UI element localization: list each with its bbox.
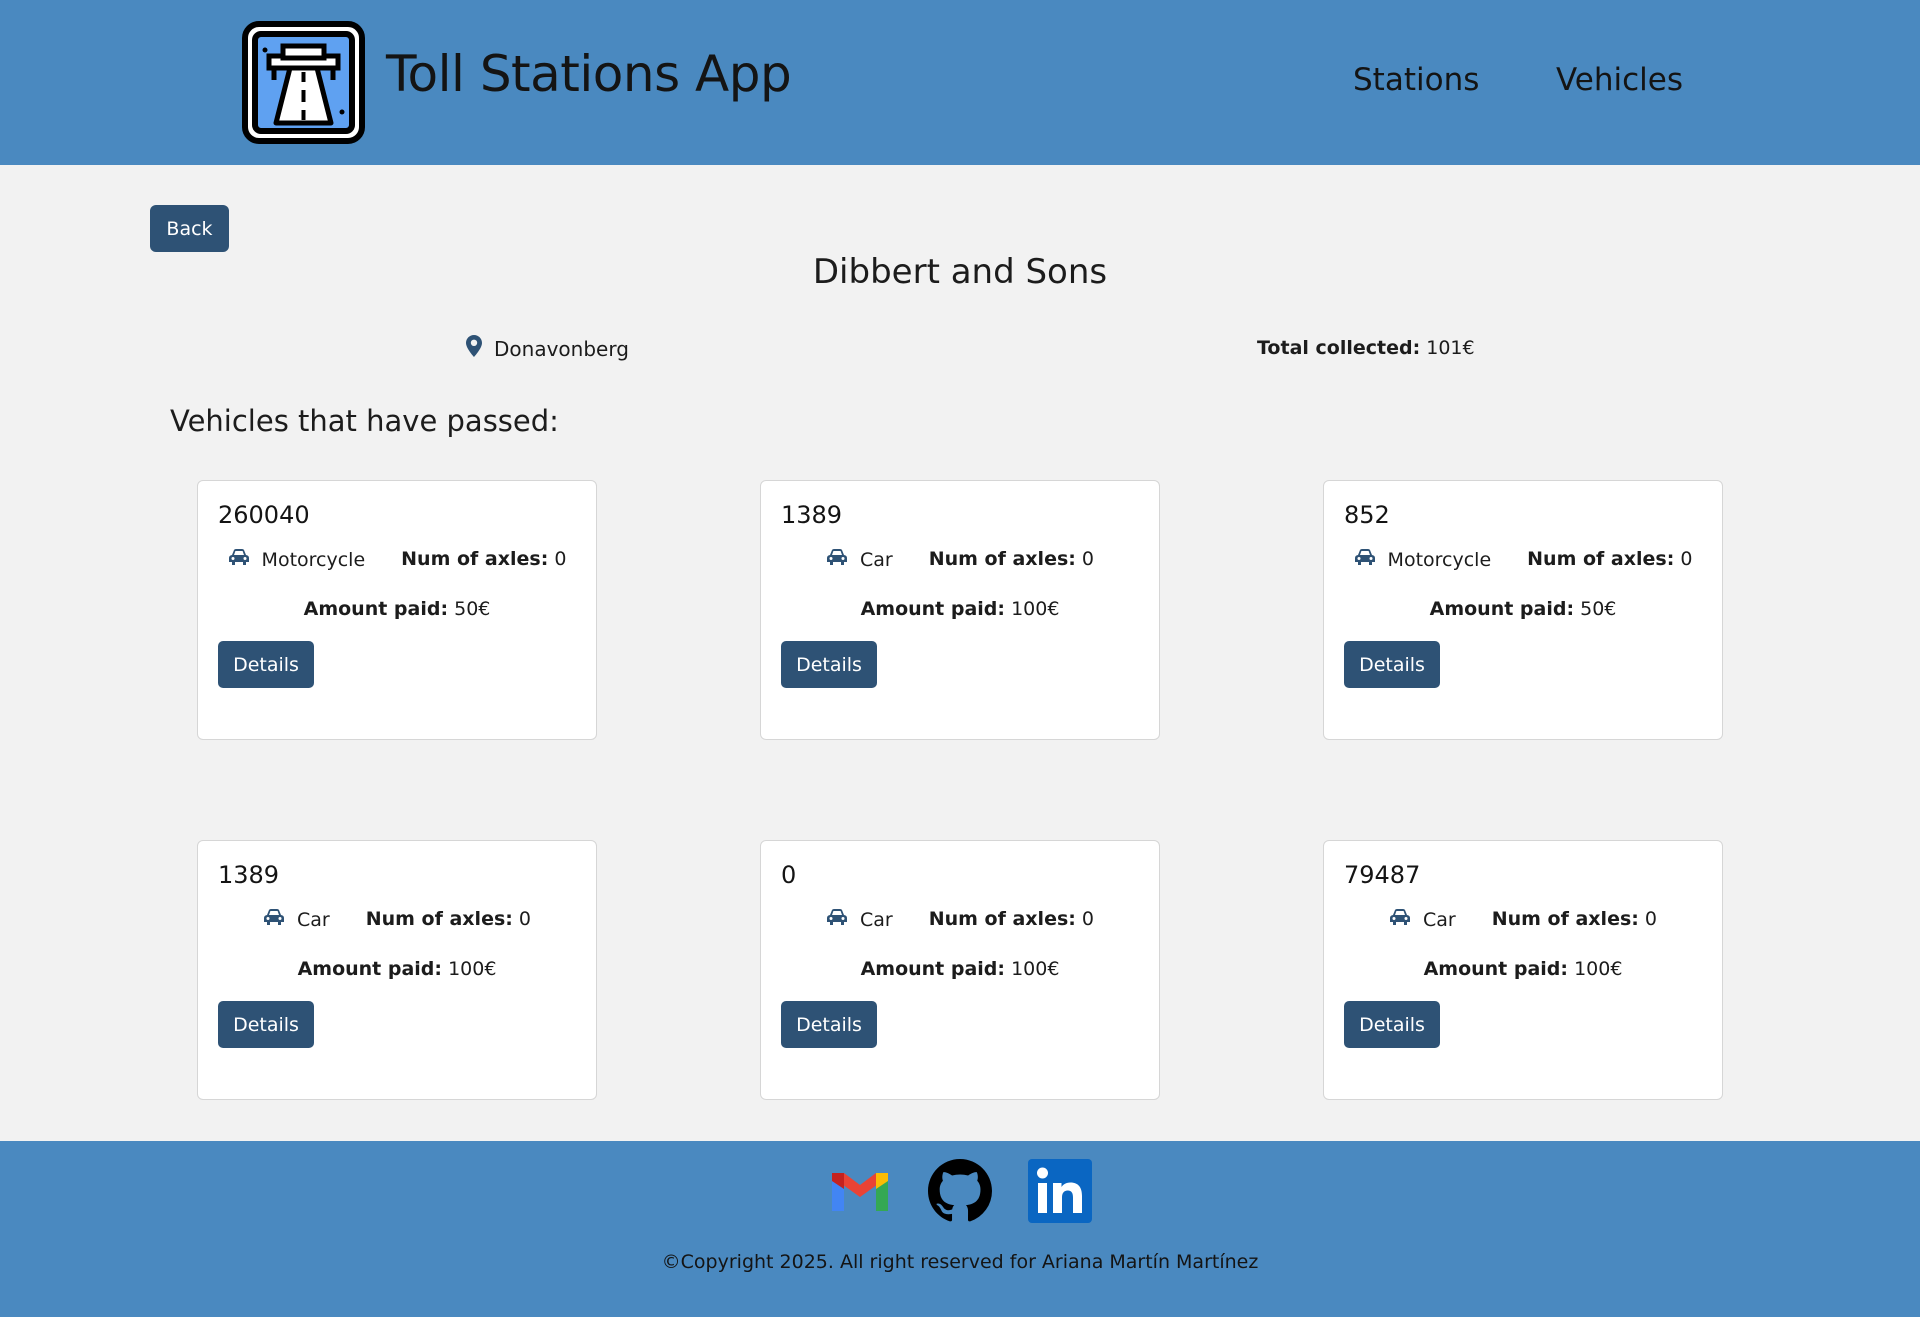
nav-stations-link[interactable]: Stations xyxy=(1353,62,1479,98)
vehicle-type: Motorcycle xyxy=(228,548,366,571)
vehicle-card: 260040 Motorcycle Num of axles: 0 Amount… xyxy=(197,480,597,740)
gmail-icon[interactable] xyxy=(828,1159,892,1223)
details-button[interactable]: Details xyxy=(1344,641,1440,688)
car-icon xyxy=(263,908,285,931)
amount-label: Amount paid: xyxy=(860,958,1006,980)
vehicle-type-label: Motorcycle xyxy=(1387,548,1492,571)
vehicle-type: Car xyxy=(826,548,893,571)
vehicle-info-row: Car Num of axles: 0 xyxy=(761,548,1159,571)
amount-value: 100€ xyxy=(1011,958,1060,980)
vehicle-info-row: Car Num of axles: 0 xyxy=(198,908,596,931)
vehicle-id: 852 xyxy=(1344,501,1390,529)
back-button[interactable]: Back xyxy=(150,205,229,252)
vehicle-type-label: Car xyxy=(1422,908,1456,931)
car-icon xyxy=(1389,908,1411,931)
vehicle-card: 852 Motorcycle Num of axles: 0 Amount pa… xyxy=(1323,480,1723,740)
vehicle-type: Car xyxy=(1389,908,1456,931)
car-icon xyxy=(826,908,848,931)
vehicle-axles: Num of axles: 0 xyxy=(401,548,566,571)
amount-label: Amount paid: xyxy=(860,598,1006,620)
amount-value: 50€ xyxy=(1580,598,1617,620)
details-button[interactable]: Details xyxy=(218,1001,314,1048)
vehicle-info-row: Car Num of axles: 0 xyxy=(1324,908,1722,931)
vehicle-axles: Num of axles: 0 xyxy=(366,908,531,931)
vehicle-info-row: Motorcycle Num of axles: 0 xyxy=(1324,548,1722,571)
car-icon xyxy=(826,548,848,571)
amount-value: 100€ xyxy=(1574,958,1623,980)
axles-value: 0 xyxy=(1644,908,1658,930)
total-collected-label: Total collected: xyxy=(1257,337,1421,359)
axles-label: Num of axles: xyxy=(401,548,549,570)
vehicle-amount: Amount paid: 50€ xyxy=(1324,598,1722,620)
vehicle-type-label: Motorcycle xyxy=(261,548,366,571)
axles-value: 0 xyxy=(1081,548,1095,570)
details-button[interactable]: Details xyxy=(218,641,314,688)
vehicle-type-label: Car xyxy=(296,908,330,931)
amount-label: Amount paid: xyxy=(297,958,443,980)
total-collected-value: 101€ xyxy=(1426,337,1475,359)
vehicle-amount: Amount paid: 100€ xyxy=(1324,958,1722,980)
linkedin-icon[interactable] xyxy=(1028,1159,1092,1223)
vehicle-amount: Amount paid: 100€ xyxy=(198,958,596,980)
vehicle-type: Car xyxy=(826,908,893,931)
axles-label: Num of axles: xyxy=(928,908,1076,930)
app-footer: ©Copyright 2025. All right reserved for … xyxy=(0,1141,1920,1317)
vehicle-id: 79487 xyxy=(1344,861,1421,889)
vehicle-id: 1389 xyxy=(781,501,843,529)
axles-value: 0 xyxy=(1081,908,1095,930)
vehicle-amount: Amount paid: 100€ xyxy=(761,598,1159,620)
car-icon xyxy=(228,548,250,571)
car-icon xyxy=(1354,548,1376,571)
vehicle-type: Motorcycle xyxy=(1354,548,1492,571)
vehicle-axles: Num of axles: 0 xyxy=(1492,908,1657,931)
vehicles-section-title: Vehicles that have passed: xyxy=(170,404,559,438)
vehicle-card: 0 Car Num of axles: 0 Amount paid: 100€ … xyxy=(760,840,1160,1100)
amount-value: 100€ xyxy=(448,958,497,980)
nav-vehicles-link[interactable]: Vehicles xyxy=(1556,62,1683,98)
vehicle-axles: Num of axles: 0 xyxy=(929,548,1094,571)
vehicle-id: 0 xyxy=(781,861,797,889)
details-button[interactable]: Details xyxy=(1344,1001,1440,1048)
axles-label: Num of axles: xyxy=(928,548,1076,570)
axles-value: 0 xyxy=(518,908,532,930)
vehicle-type-label: Car xyxy=(859,548,893,571)
vehicle-card: 1389 Car Num of axles: 0 Amount paid: 10… xyxy=(197,840,597,1100)
axles-label: Num of axles: xyxy=(365,908,513,930)
vehicle-amount: Amount paid: 50€ xyxy=(198,598,596,620)
map-pin-icon xyxy=(466,335,482,362)
location-text: Donavonberg xyxy=(494,336,629,361)
app-header: Toll Stations App Stations Vehicles xyxy=(0,0,1920,165)
amount-label: Amount paid: xyxy=(303,598,449,620)
total-collected: Total collected: 101€ xyxy=(1257,337,1475,359)
highway-logo-icon[interactable] xyxy=(241,20,366,145)
vehicle-card: 1389 Car Num of axles: 0 Amount paid: 10… xyxy=(760,480,1160,740)
copyright-text: ©Copyright 2025. All right reserved for … xyxy=(661,1251,1259,1273)
vehicle-type: Car xyxy=(263,908,330,931)
vehicle-id: 260040 xyxy=(218,501,310,529)
amount-label: Amount paid: xyxy=(1423,958,1569,980)
vehicle-info-row: Motorcycle Num of axles: 0 xyxy=(198,548,596,571)
axles-value: 0 xyxy=(554,548,567,570)
vehicle-type-label: Car xyxy=(859,908,893,931)
details-button[interactable]: Details xyxy=(781,641,877,688)
github-icon[interactable] xyxy=(928,1159,992,1223)
amount-label: Amount paid: xyxy=(1429,598,1575,620)
vehicle-axles: Num of axles: 0 xyxy=(929,908,1094,931)
amount-value: 50€ xyxy=(454,598,491,620)
station-name-heading: Dibbert and Sons xyxy=(812,252,1108,292)
axles-label: Num of axles: xyxy=(1527,548,1675,570)
station-location: Donavonberg xyxy=(466,335,629,362)
amount-value: 100€ xyxy=(1011,598,1060,620)
vehicle-id: 1389 xyxy=(218,861,280,889)
vehicle-axles: Num of axles: 0 xyxy=(1527,548,1692,571)
vehicle-amount: Amount paid: 100€ xyxy=(761,958,1159,980)
vehicle-card: 79487 Car Num of axles: 0 Amount paid: 1… xyxy=(1323,840,1723,1100)
axles-value: 0 xyxy=(1680,548,1693,570)
axles-label: Num of axles: xyxy=(1491,908,1639,930)
details-button[interactable]: Details xyxy=(781,1001,877,1048)
vehicle-info-row: Car Num of axles: 0 xyxy=(761,908,1159,931)
app-title: Toll Stations App xyxy=(386,45,792,103)
